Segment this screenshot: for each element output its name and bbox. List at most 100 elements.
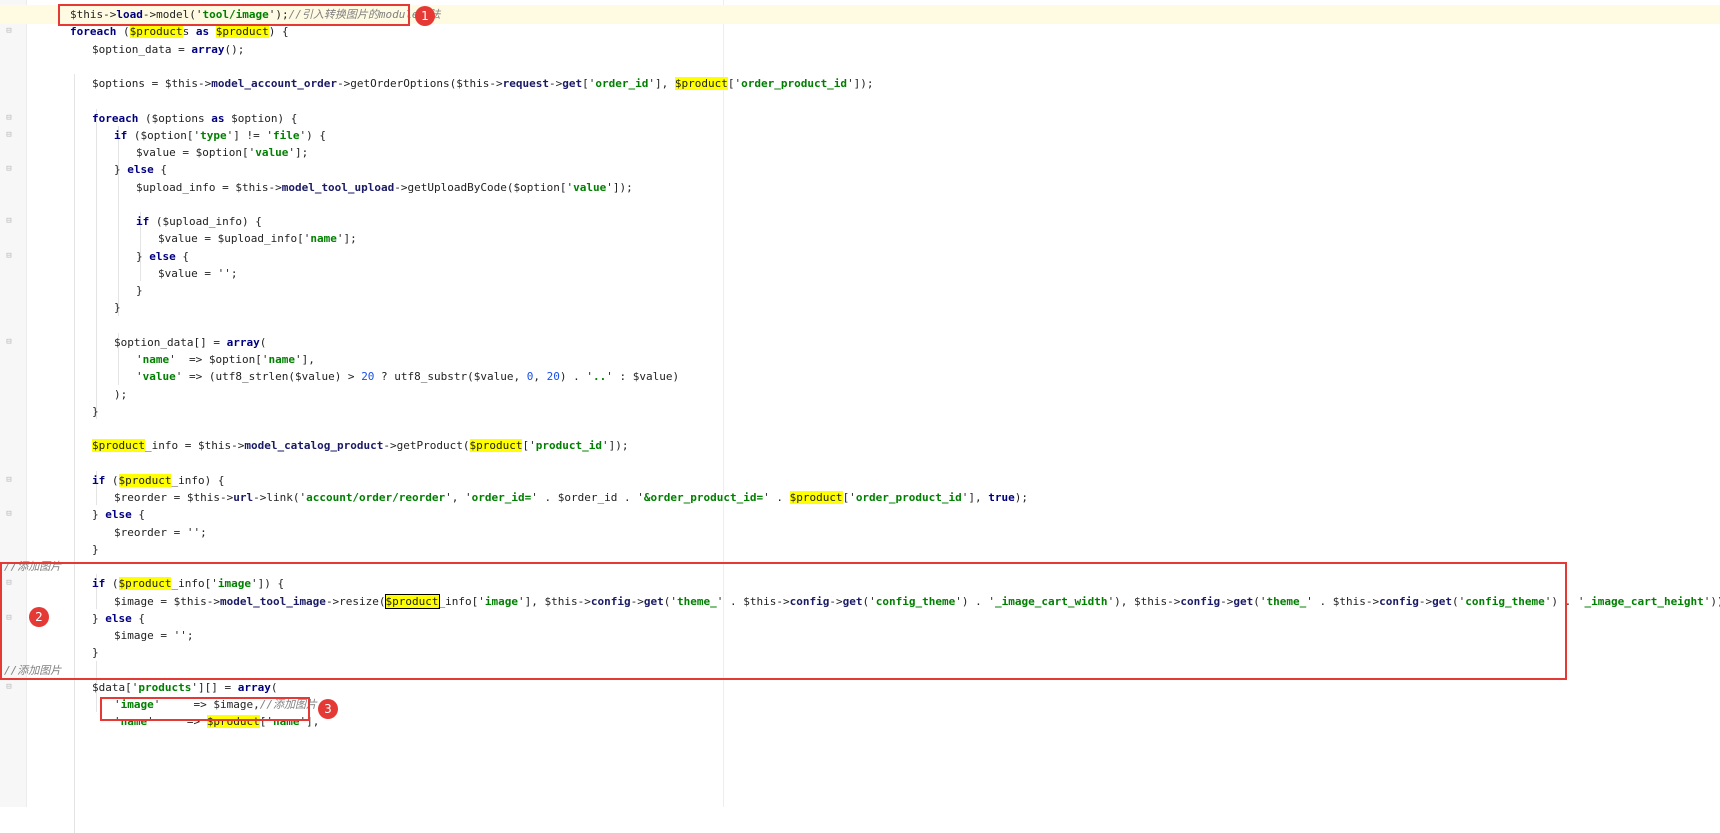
code-token: , [533, 370, 547, 384]
code-token: ')) [1703, 594, 1720, 608]
code-token: ']; [288, 146, 309, 159]
code-line[interactable]: } else { [0, 505, 145, 524]
code-token: ' : $value) [606, 370, 680, 384]
code-line[interactable]: } [0, 298, 121, 317]
code-token: '], [294, 353, 315, 366]
code-line[interactable]: } else { [0, 160, 167, 179]
code-token: ); [1014, 491, 1029, 504]
code-token: order_product_id [741, 77, 848, 90]
callout-box-3 [100, 697, 310, 721]
code-line[interactable]: 'value' => (utf8_strlen($value) > 20 ? u… [0, 367, 679, 386]
code-token: ']); [606, 180, 633, 194]
code-token: ) { [268, 25, 289, 39]
code-token: _info) { [171, 473, 225, 487]
code-token: } [92, 404, 99, 418]
code-token: } [92, 542, 99, 556]
code-token: } [136, 284, 143, 297]
callout-badge-2: 2 [29, 607, 49, 627]
code-token: $options = $this-> [92, 77, 212, 90]
code-line[interactable]: } [0, 540, 99, 559]
code-token: model_account_order [211, 77, 338, 90]
code-token: url [233, 491, 254, 504]
code-token: as [195, 25, 210, 39]
code-token: $product [118, 473, 172, 487]
code-token: value [142, 370, 176, 384]
code-token: $product [789, 491, 843, 504]
code-token: $value = $option[' [136, 146, 256, 159]
code-token: else [105, 508, 132, 522]
code-token: ->getUploadByCode($option[' [394, 180, 574, 194]
code-token: value [255, 146, 289, 159]
code-token: name [310, 232, 337, 246]
code-token: model_catalog_product [244, 439, 384, 453]
code-line[interactable]: $data['products'][] = array( [0, 678, 277, 697]
code-line[interactable]: } [0, 402, 99, 421]
code-token: '; [224, 266, 238, 280]
code-line[interactable]: $options = $this->model_account_order->g… [0, 74, 874, 93]
code-line[interactable]: ); [0, 385, 127, 404]
code-token: if [92, 473, 106, 487]
code-token: ' [136, 370, 143, 384]
code-token: { [153, 163, 167, 177]
code-token: array [237, 680, 271, 694]
code-token: model_tool_upload [281, 180, 395, 194]
code-line[interactable]: $reorder = $this->url->link('account/ord… [0, 488, 1028, 507]
code-token: request [502, 77, 549, 90]
code-token: $product [92, 439, 145, 453]
code-token: if [114, 128, 128, 142]
code-token: '][] = [191, 680, 238, 694]
code-token: ') { [299, 128, 326, 142]
code-line[interactable]: $upload_info = $this->model_tool_upload-… [0, 178, 633, 197]
code-line[interactable]: if ($product_info) { [0, 471, 224, 490]
code-token: ) . ' [559, 370, 594, 384]
code-token: ($option[' [127, 128, 201, 142]
code-line[interactable]: foreach ($options as $option) { [0, 109, 297, 128]
code-line[interactable]: 'name' => $option['name'], [0, 350, 315, 369]
code-line[interactable]: if ($option['type'] != 'file') { [0, 126, 326, 145]
code-token: [' [522, 439, 536, 453]
code-line[interactable]: $product_info = $this->model_catalog_pro… [0, 436, 628, 455]
code-token: type [200, 128, 227, 142]
code-line[interactable]: $value = ''; [0, 264, 237, 283]
code-token: ->getOrderOptions($this-> [337, 77, 503, 90]
code-line[interactable]: $option_data = array(); [0, 40, 244, 59]
code-line[interactable]: $value = $option['value']; [0, 143, 308, 162]
right-margin-guide [723, 0, 724, 807]
code-line[interactable]: $reorder = ''; [0, 523, 207, 542]
code-token: ']); [601, 439, 629, 453]
code-token: $option_data[] = [114, 335, 227, 349]
code-token: ); [114, 387, 128, 401]
code-line[interactable]: $option_data[] = array( [0, 333, 266, 352]
code-token: ']); [847, 77, 874, 90]
code-token: if [136, 215, 150, 228]
code-token: $value = ' [158, 266, 225, 280]
code-token: s [182, 25, 196, 39]
code-token: order_product_id [855, 491, 962, 504]
code-token: $product [129, 25, 183, 39]
code-token: .. [593, 370, 607, 384]
code-token: '], [648, 77, 675, 90]
code-token: name [268, 353, 295, 366]
code-token: $product [469, 439, 523, 453]
code-token: array [191, 42, 225, 56]
code-token: $value = $upload_info[' [158, 232, 311, 246]
code-token: ? utf8_substr($value, [374, 370, 527, 384]
code-token: _info = $this-> [144, 439, 245, 453]
code-editor[interactable]: ⊟ ⊟ ⊟ ⊟ ⊟ ⊟ ⊟ ⊟ ⊟ ⊟ ⊟ ⊟ $this->load->model('tool/im… [0, 0, 1720, 833]
code-token: $option_data = [92, 42, 192, 56]
code-token: ($upload_info) { [149, 215, 262, 228]
code-line[interactable]: } else { [0, 247, 189, 266]
code-token: { [131, 508, 145, 522]
code-token: 20 [546, 370, 560, 384]
code-token: array [226, 335, 260, 349]
code-token: name [142, 353, 170, 366]
code-token: value [573, 180, 607, 194]
code-token: ->getProduct( [383, 439, 470, 453]
code-token: else [149, 249, 176, 263]
code-line[interactable]: if ($upload_info) { [0, 212, 262, 231]
code-line[interactable]: $value = $upload_info['name']; [0, 229, 357, 248]
code-token: product_id [535, 439, 602, 453]
code-token: ->link(' [253, 491, 307, 504]
code-line[interactable]: } [0, 281, 143, 300]
